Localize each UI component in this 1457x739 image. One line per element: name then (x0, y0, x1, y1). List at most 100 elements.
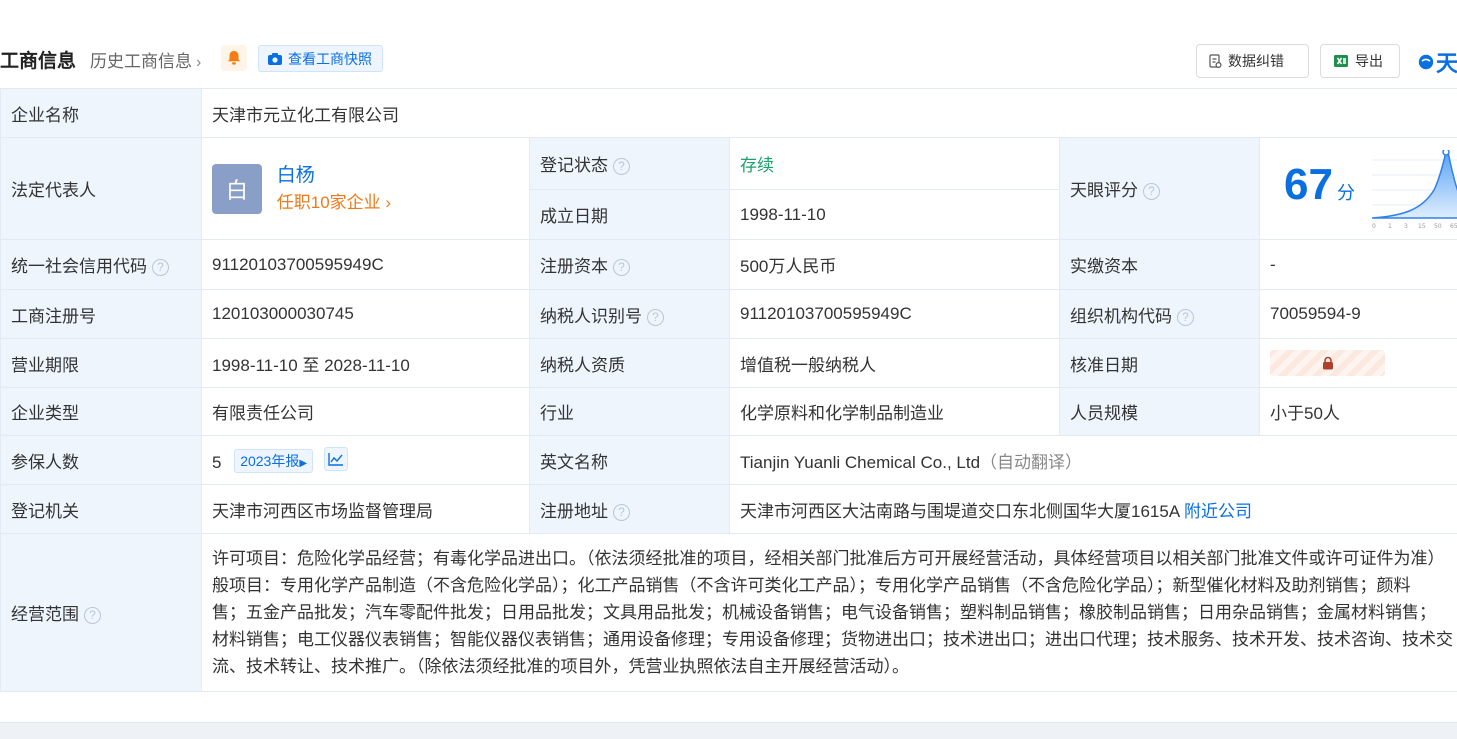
section-header: 工商信息 历史工商信息 › 查看工商快照 数据纠错 导出 天 (0, 40, 1457, 78)
company-type-label: 企业类型 (0, 387, 202, 436)
nearby-companies-link[interactable]: 附近公司 (1184, 502, 1252, 521)
staff-size-label: 人员规模 (1059, 387, 1260, 436)
taxpayer-qual-label: 纳税人资质 (529, 338, 730, 388)
score-tick: 15 (1418, 223, 1426, 230)
history-link[interactable]: 历史工商信息 › (90, 47, 201, 72)
score-tick: 0 (1372, 223, 1376, 230)
reg-status-label-text: 登记状态 (540, 156, 608, 175)
reg-address-cell: 天津市河西区大沽南路与围堤道交口东北侧国华大厦1615A 附近公司 (728, 484, 1457, 534)
insured-label: 参保人数 (0, 435, 202, 485)
reg-address-label: 注册地址? (529, 484, 730, 534)
brand-text: 天 (1435, 51, 1457, 76)
avatar: 白 (212, 163, 262, 214)
company-type-value: 有限责任公司 (201, 387, 530, 436)
brand-logo: 天 (1418, 48, 1457, 76)
score-number: 67 (1284, 160, 1333, 209)
scope-value: 许可项目：危险化学品经营；有毒化学品进出口。（依法须经批准的项目，经相关部门批准… (200, 533, 1457, 692)
insured-value-cell: 5 2023年报▶ (201, 435, 530, 485)
biz-reg-no-label: 工商注册号 (0, 289, 202, 339)
lock-icon (1322, 356, 1333, 370)
excel-icon (1334, 55, 1348, 67)
reg-status-label: 登记状态? (529, 137, 730, 190)
uscc-label: 统一社会信用代码? (0, 239, 202, 290)
score-curve (1372, 151, 1457, 219)
english-name-label: 英文名称 (529, 435, 730, 485)
tianyan-score-cell[interactable]: 67 分 0 1 3 15 50 65 (1258, 137, 1457, 240)
found-date-label: 成立日期 (529, 189, 730, 240)
company-name-label: 企业名称 (0, 88, 202, 138)
taxpayer-id-label: 纳税人识别号? (529, 289, 730, 339)
table-row: 统一社会信用代码? 91120103700595949C 注册资本? 500万人… (0, 239, 1457, 290)
score-value: 67 分 (1284, 160, 1355, 210)
help-icon[interactable]: ? (613, 259, 630, 276)
history-link-label: 历史工商信息 (90, 52, 192, 71)
score-tick: 1 (1388, 223, 1392, 230)
uscc-label-text: 统一社会信用代码 (11, 257, 147, 276)
paid-capital-value: - (1258, 239, 1457, 290)
trend-chart-button[interactable] (323, 447, 348, 471)
org-code-label: 组织机构代码? (1059, 289, 1260, 339)
reg-status-value: 存续 (729, 137, 1060, 190)
score-tick: 50 (1434, 223, 1442, 230)
export-button[interactable]: 导出 (1320, 44, 1400, 78)
taxpayer-id-value: 91120103700595949C (729, 289, 1060, 339)
found-date-value: 1998-11-10 (729, 189, 1060, 240)
bell-icon (228, 51, 240, 65)
legal-rep-jobs-label: 任职10家企业 (276, 192, 381, 212)
paid-capital-label: 实缴资本 (1059, 239, 1260, 290)
annual-report-label: 2023年报 (240, 453, 300, 469)
scope-line: 般项目：专用化学产品制造（不含危险化学品）；化工产品销售（不含许可类化工产品）；… (212, 576, 1411, 595)
english-name-value: Tianjin Yuanli Chemical Co., Ltd (740, 452, 981, 472)
tianyancha-logo-icon (1418, 54, 1434, 70)
reg-capital-label: 注册资本? (529, 239, 730, 290)
scope-label-text: 经营范围 (11, 605, 79, 624)
taxpayer-id-label-text: 纳税人识别号 (540, 306, 642, 326)
biz-term-label: 营业期限 (0, 338, 202, 388)
export-label: 导出 (1355, 53, 1383, 69)
legal-rep-cell: 白 白杨 任职10家企业 › (201, 137, 530, 240)
industry-label: 行业 (529, 387, 730, 436)
table-row: 经营范围? 许可项目：危险化学品经营；有毒化学品进出口。（依法须经批准的项目，经… (0, 533, 1457, 692)
legal-rep-name-link[interactable]: 白杨 (277, 162, 391, 190)
locked-field[interactable] (1270, 350, 1385, 376)
help-icon[interactable]: ? (647, 308, 664, 326)
reg-capital-value: 500万人民币 (729, 239, 1060, 290)
table-row: 登记机关 天津市河西区市场监督管理局 注册地址? 天津市河西区大沽南路与围堤道交… (0, 484, 1457, 534)
data-correction-button[interactable]: 数据纠错 (1196, 44, 1309, 78)
insured-value: 5 (212, 453, 222, 472)
english-name-cell: Tianjin Yuanli Chemical Co., Ltd（自动翻译） (728, 435, 1457, 485)
edit-doc-icon (1209, 53, 1222, 68)
biz-reg-no-value: 120103000030745 (201, 289, 530, 339)
approve-date-value (1258, 338, 1457, 388)
table-row: 企业类型 有限责任公司 行业 化学原料和化学制品制造业 人员规模 小于50人 (0, 387, 1457, 436)
scope-line: 许可项目：危险化学品经营；有毒化学品进出口。（依法须经批准的项目，经相关部门批准… (212, 549, 1445, 568)
score-tick: 3 (1404, 223, 1408, 230)
bottom-bar (0, 722, 1457, 739)
table-row: 营业期限 1998-11-10 至 2028-11-10 纳税人资质 增值税一般… (0, 338, 1457, 388)
line-chart-icon (328, 453, 343, 466)
camera-icon (268, 52, 282, 65)
help-icon[interactable]: ? (613, 158, 630, 175)
annual-report-link[interactable]: 2023年报▶ (234, 449, 314, 473)
monitor-bell-button[interactable] (221, 45, 247, 71)
reg-authority-value: 天津市河西区市场监督管理局 (201, 484, 530, 534)
chevron-right-icon: › (196, 54, 202, 71)
reg-address-label-text: 注册地址 (540, 501, 608, 521)
scope-line: 售；五金产品批发；汽车零配件批发；日用品批发；文具用品批发；机械设备销售；电气设… (212, 603, 1436, 622)
help-icon[interactable]: ? (1177, 308, 1194, 326)
scope-line: 材料销售；电工仪器仪表销售；智能仪器仪表销售；通用设备修理；专用设备修理；货物进… (212, 630, 1453, 649)
auto-translate-note: （自动翻译） (980, 452, 1083, 472)
help-icon[interactable]: ? (84, 607, 101, 624)
legal-rep-jobs-link[interactable]: 任职10家企业 › (277, 190, 391, 216)
caret-right-icon: ▶ (299, 458, 308, 469)
table-row: 工商注册号 120103000030745 纳税人识别号? 9112010370… (0, 289, 1457, 339)
biz-term-value: 1998-11-10 至 2028-11-10 (201, 338, 530, 388)
score-marker (1442, 150, 1450, 156)
snapshot-label: 查看工商快照 (288, 50, 372, 67)
help-icon[interactable]: ? (1143, 183, 1160, 200)
help-icon[interactable]: ? (152, 259, 169, 276)
snapshot-button[interactable]: 查看工商快照 (258, 45, 383, 72)
help-icon[interactable]: ? (613, 503, 630, 521)
reg-address-value: 天津市河西区大沽南路与围堤道交口东北侧国华大厦1615A (740, 501, 1180, 521)
company-name-value: 天津市元立化工有限公司 (200, 88, 1457, 138)
